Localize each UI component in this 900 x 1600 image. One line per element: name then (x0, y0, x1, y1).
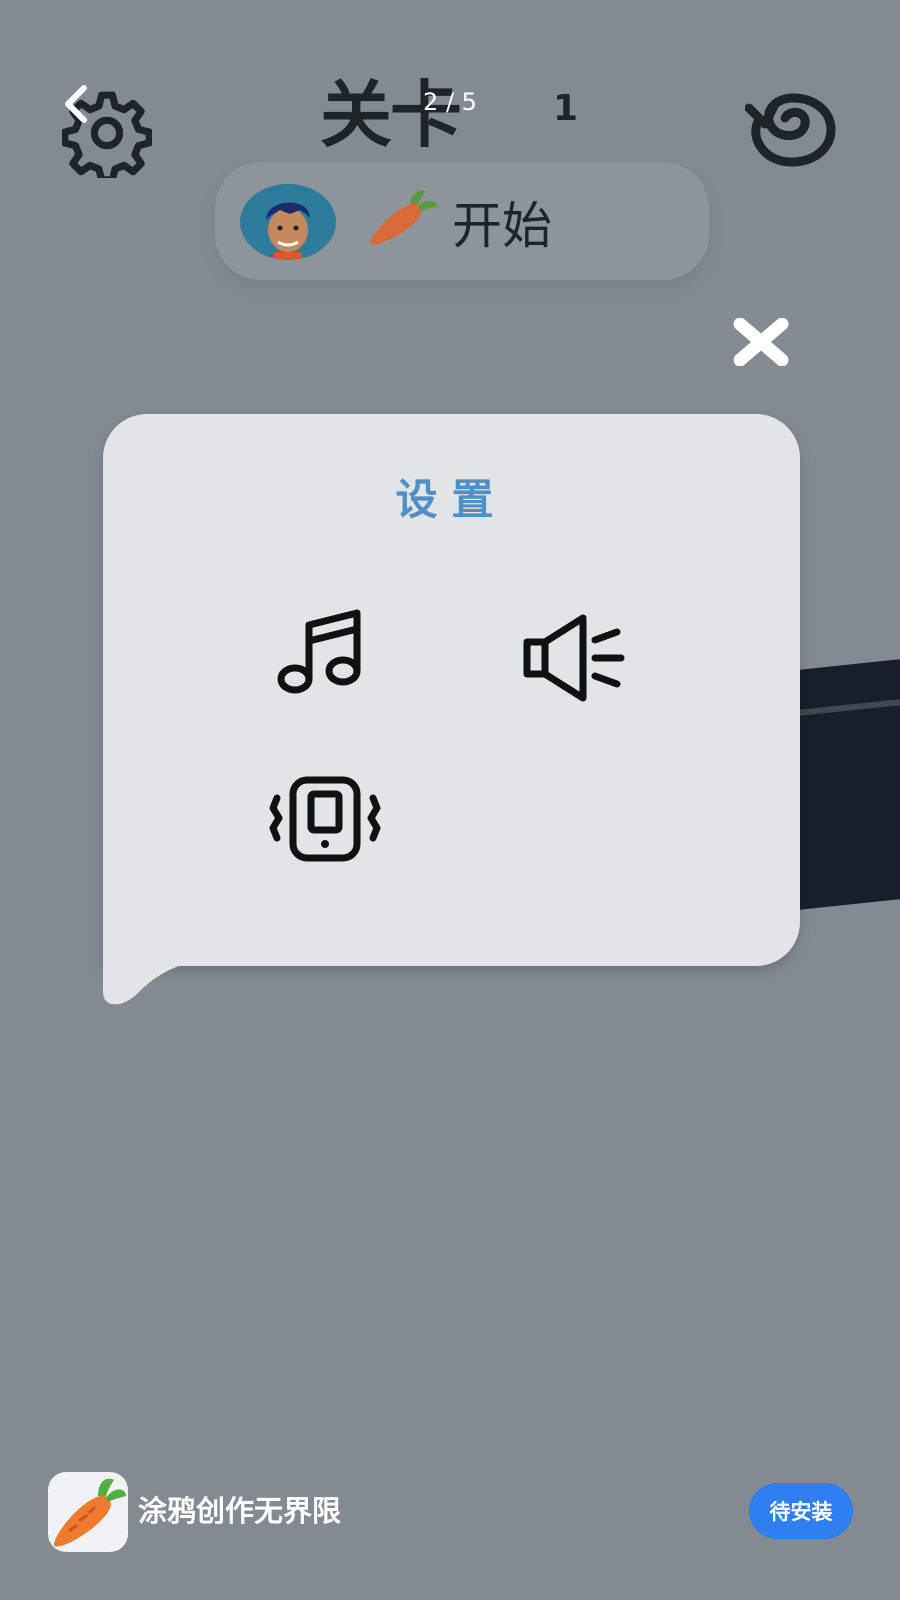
back-icon[interactable] (60, 84, 94, 124)
avatar (240, 184, 336, 260)
ad-app-icon[interactable] (48, 1472, 128, 1552)
page-indicator: 2 / 5 (423, 88, 477, 116)
vibrate-icon[interactable] (269, 776, 381, 862)
dialog-title: 设置 (395, 475, 508, 524)
sound-icon[interactable] (523, 612, 633, 704)
replay-icon[interactable] (745, 90, 837, 170)
ad-text: 涂鸦创作无界限 (138, 1494, 342, 1528)
level-number: 1 (553, 88, 579, 129)
dialog-tail (103, 960, 203, 1005)
start-label: 开始 (452, 197, 552, 255)
carrot-icon (369, 190, 438, 245)
close-icon[interactable] (732, 318, 790, 366)
settings-dialog: 设置 (103, 414, 800, 966)
music-icon[interactable] (273, 599, 373, 699)
background-track (790, 659, 900, 911)
install-button[interactable]: 待安装 (749, 1483, 853, 1539)
